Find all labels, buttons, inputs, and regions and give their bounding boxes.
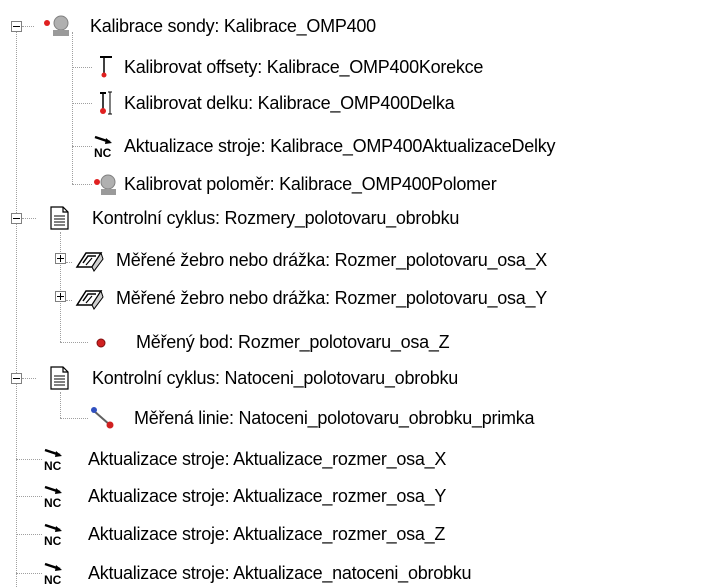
tree-connector-line	[60, 232, 61, 342]
tree-connector-line	[72, 103, 92, 104]
tree-node-label: Aktualizace stroje: Aktualizace_rozmer_o…	[88, 524, 446, 544]
tree-node-label: Měřený bod: Rozmer_polotovaru_osa_Z	[136, 332, 450, 352]
tree-node-label: Aktualizace stroje: Aktualizace_rozmer_o…	[88, 486, 447, 506]
length-calibration-icon	[92, 90, 120, 116]
svg-text:NC: NC	[44, 573, 62, 586]
tree-node-label: Kalibrace sondy: Kalibrace_OMP400	[90, 16, 376, 36]
tree-node-machine-update[interactable]: NC Aktualizace stroje: Aktualizace_rozme…	[42, 444, 446, 474]
nc-update-icon: NC	[42, 560, 84, 586]
tree-connector-line	[16, 32, 17, 587]
tree-connector-line	[72, 184, 92, 185]
tree-node-label: Kontrolní cyklus: Natoceni_polotovaru_ob…	[92, 368, 458, 388]
tree-connector-line	[60, 342, 88, 343]
document-icon	[46, 365, 72, 391]
tree-node-measured-line[interactable]: Měřená linie: Natoceni_polotovaru_obrobk…	[90, 403, 535, 433]
nc-update-icon: NC	[42, 521, 84, 547]
tree-node-machine-update[interactable]: NC Aktualizace stroje: Kalibrace_OMP400A…	[92, 131, 555, 161]
offset-calibration-icon	[92, 54, 120, 80]
tree-node-control-cycle-dimensions[interactable]: Kontrolní cyklus: Rozmery_polotovaru_obr…	[46, 203, 459, 233]
svg-text:NC: NC	[44, 459, 62, 472]
tree-node-length-calibration[interactable]: Kalibrovat delku: Kalibrace_OMP400Delka	[92, 88, 455, 118]
document-icon	[46, 205, 72, 231]
tree-node-label: Aktualizace stroje: Aktualizace_natoceni…	[88, 563, 472, 583]
tree-connector-line	[22, 218, 36, 219]
tree-connector-line	[72, 32, 73, 184]
tree-connector-line	[16, 573, 42, 574]
expand-toggle[interactable]	[55, 253, 66, 264]
tree-node-label: Měřené žebro nebo drážka: Rozmer_polotov…	[116, 288, 548, 308]
tree-connector-line	[22, 26, 34, 27]
rib-slot-icon	[74, 285, 106, 311]
svg-text:NC: NC	[44, 496, 62, 509]
tree-connector-line	[60, 392, 61, 418]
tree-node-label: Měřené žebro nebo drážka: Rozmer_polotov…	[116, 250, 548, 270]
tree-connector-line	[16, 496, 42, 497]
tree-connector-line	[72, 67, 92, 68]
tree-node-machine-update[interactable]: NC Aktualizace stroje: Aktualizace_natoc…	[42, 558, 472, 588]
svg-text:NC: NC	[94, 146, 112, 159]
tree-connector-line	[72, 146, 92, 147]
tree-connector-line	[22, 378, 36, 379]
tree-node-label: Kalibrovat offsety: Kalibrace_OMP400Kore…	[124, 57, 484, 77]
nc-update-icon: NC	[42, 446, 84, 472]
nc-update-icon: NC	[42, 483, 84, 509]
tree-node-probe-calibration[interactable]: Kalibrace sondy: Kalibrace_OMP400	[40, 11, 376, 41]
tree-node-radius-calibration[interactable]: Kalibrovat poloměr: Kalibrace_OMP400Polo…	[92, 169, 497, 199]
probe-sphere-icon	[92, 171, 120, 197]
tree-node-label: Kontrolní cyklus: Rozmery_polotovaru_obr…	[92, 208, 460, 228]
svg-text:NC: NC	[44, 534, 62, 547]
tree-node-label: Měřená linie: Natoceni_polotovaru_obrobk…	[134, 408, 535, 428]
tree-node-label: Kalibrovat poloměr: Kalibrace_OMP400Polo…	[124, 174, 497, 194]
tree-node-rib-slot-x[interactable]: Měřené žebro nebo drážka: Rozmer_polotov…	[74, 245, 547, 275]
tree-node-rib-slot-y[interactable]: Měřené žebro nebo drážka: Rozmer_polotov…	[74, 283, 547, 313]
collapse-toggle[interactable]	[11, 373, 22, 384]
tree-connector-line	[66, 300, 72, 301]
tree-node-label: Kalibrovat delku: Kalibrace_OMP400Delka	[124, 93, 455, 113]
probe-sphere-icon	[40, 13, 86, 39]
rib-slot-icon	[74, 247, 106, 273]
nc-update-icon: NC	[92, 133, 120, 159]
tree-connector-line	[16, 534, 42, 535]
tree-node-machine-update[interactable]: NC Aktualizace stroje: Aktualizace_rozme…	[42, 481, 446, 511]
tree-node-label: Aktualizace stroje: Kalibrace_OMP400Aktu…	[124, 136, 556, 156]
tree-connector-line	[16, 459, 42, 460]
tree-node-label: Aktualizace stroje: Aktualizace_rozmer_o…	[88, 449, 447, 469]
tree-node-offset-calibration[interactable]: Kalibrovat offsety: Kalibrace_OMP400Kore…	[92, 52, 483, 82]
measured-point-icon	[90, 329, 112, 355]
operation-tree: Kalibrace sondy: Kalibrace_OMP400 Kalibr…	[0, 0, 711, 587]
measured-line-icon	[90, 405, 116, 431]
collapse-toggle[interactable]	[11, 213, 22, 224]
expand-toggle[interactable]	[55, 291, 66, 302]
tree-connector-line	[66, 262, 72, 263]
tree-connector-line	[60, 418, 88, 419]
collapse-toggle[interactable]	[11, 21, 22, 32]
tree-node-control-cycle-rotation[interactable]: Kontrolní cyklus: Natoceni_polotovaru_ob…	[46, 363, 458, 393]
tree-node-machine-update[interactable]: NC Aktualizace stroje: Aktualizace_rozme…	[42, 519, 445, 549]
tree-node-measured-point[interactable]: Měřený bod: Rozmer_polotovaru_osa_Z	[90, 327, 450, 357]
